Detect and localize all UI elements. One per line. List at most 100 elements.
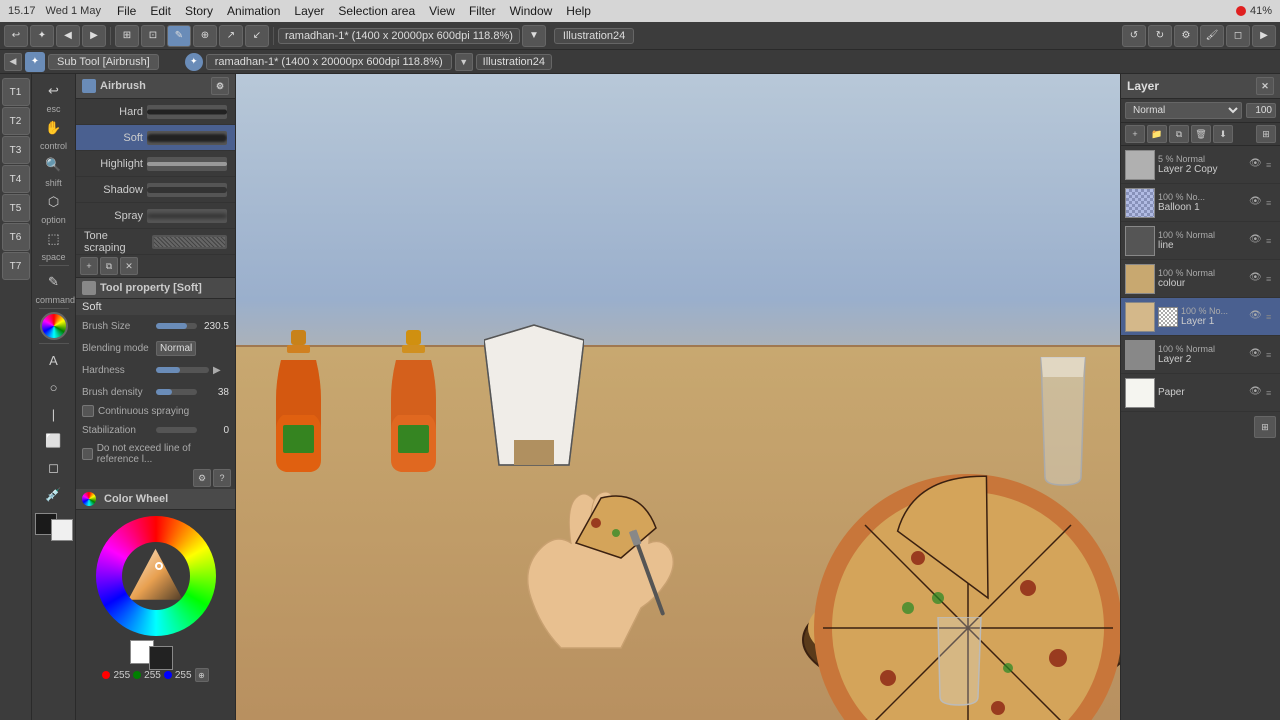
brush-soft[interactable]: Soft <box>76 125 235 151</box>
layer-item-layer2copy[interactable]: 5 % Normal Layer 2 Copy 👁 ≡ <box>1121 146 1280 184</box>
layer-close-btn[interactable]: ✕ <box>1256 77 1274 95</box>
color-eyedropper-btn[interactable]: ⊕ <box>195 668 209 682</box>
background-swatch[interactable] <box>149 646 173 670</box>
layer-item-line[interactable]: 100 % Normal line 👁 ≡ <box>1121 222 1280 260</box>
t2-btn[interactable]: T2 <box>2 107 30 135</box>
layer-item-layer1[interactable]: 100 % No... Layer 1 👁 ≡ <box>1121 298 1280 336</box>
canvas-area[interactable] <box>236 74 1120 720</box>
layer-item-paper[interactable]: Paper 👁 ≡ <box>1121 374 1280 412</box>
doc-selector[interactable]: ramadhan-1* (1400 x 20000px 600dpi 118.8… <box>206 54 452 70</box>
hardness-slider[interactable] <box>156 367 209 373</box>
t5-btn[interactable]: T5 <box>2 194 30 222</box>
line-tool[interactable]: | <box>36 401 72 427</box>
pencil-btn[interactable]: ✎ <box>167 25 191 47</box>
sub-tool-label[interactable]: Sub Tool [Airbrush] <box>48 54 159 70</box>
line-eye[interactable]: 👁 <box>1249 234 1263 248</box>
layer1-menu[interactable]: ≡ <box>1266 312 1276 322</box>
export-btn[interactable]: ↗ <box>219 25 243 47</box>
dropdown-btn[interactable]: ▼ <box>522 25 546 47</box>
layer2-eye[interactable]: 👁 <box>1249 348 1263 362</box>
edit-menu[interactable]: Edit <box>144 3 177 19</box>
tool-prop-info[interactable]: ? <box>213 469 231 487</box>
arrow-tool[interactable]: ↩ <box>36 78 72 104</box>
story-menu[interactable]: Story <box>179 3 219 19</box>
layer2copy-eye[interactable]: 👁 <box>1249 158 1263 172</box>
prev-btn[interactable]: ◀ <box>56 25 80 47</box>
help-menu[interactable]: Help <box>560 3 597 19</box>
stabilization-slider[interactable] <box>156 427 197 433</box>
t1-btn[interactable]: T1 <box>2 78 30 106</box>
brush-icon-copy[interactable]: ⧉ <box>100 257 118 275</box>
move-btn[interactable]: ⊕ <box>193 25 217 47</box>
doc-title[interactable]: ramadhan-1* (1400 x 20000px 600dpi 118.8… <box>278 28 520 44</box>
brush-tool[interactable]: ✎ <box>36 269 72 295</box>
t7-btn[interactable]: T7 <box>2 252 30 280</box>
blend-mode-select[interactable]: Normal <box>1125 102 1242 119</box>
import-btn[interactable]: ↙ <box>245 25 269 47</box>
layer-item-layer2[interactable]: 100 % Normal Layer 2 👁 ≡ <box>1121 336 1280 374</box>
layer-item-colour[interactable]: 100 % Normal colour 👁 ≡ <box>1121 260 1280 298</box>
color-wheel[interactable] <box>96 516 216 636</box>
layer-item-balloon[interactable]: 100 % No... Balloon 1 👁 ≡ <box>1121 184 1280 222</box>
hardness-expand[interactable]: ▶ <box>213 365 229 376</box>
eraser-tool[interactable]: ◻ <box>36 455 72 481</box>
sub-prev-btn[interactable]: ◀ <box>4 53 22 71</box>
frame-btn[interactable]: ⊡ <box>141 25 165 47</box>
tool-prop-settings[interactable]: ⚙ <box>193 469 211 487</box>
settings-btn[interactable]: ⚙ <box>1174 25 1198 47</box>
circle-tool[interactable]: ○ <box>36 374 72 400</box>
balloon-menu[interactable]: ≡ <box>1266 198 1276 208</box>
brush-icon-add[interactable]: + <box>80 257 98 275</box>
t6-btn[interactable]: T6 <box>2 223 30 251</box>
window-menu[interactable]: Window <box>504 3 559 19</box>
line-menu[interactable]: ≡ <box>1266 236 1276 246</box>
file-menu[interactable]: File <box>111 3 142 19</box>
paper-menu[interactable]: ≡ <box>1266 388 1276 398</box>
layer-merge-btn[interactable]: ⬇ <box>1213 125 1233 143</box>
grid-btn[interactable]: ⊞ <box>115 25 139 47</box>
layer-copy-btn[interactable]: ⧉ <box>1169 125 1189 143</box>
eraser-btn[interactable]: ◻ <box>1226 25 1250 47</box>
colour-eye[interactable]: 👁 <box>1249 272 1263 286</box>
brush-density-slider[interactable] <box>156 389 197 395</box>
selection-menu[interactable]: Selection area <box>332 3 421 19</box>
illustration-tab[interactable]: Illustration24 <box>476 54 552 70</box>
filter-menu[interactable]: Filter <box>463 3 502 19</box>
brush-shadow[interactable]: Shadow <box>76 177 235 203</box>
brush-size-slider[interactable] <box>156 323 197 329</box>
colour-menu[interactable]: ≡ <box>1266 274 1276 284</box>
color-wheel-btn[interactable] <box>40 312 68 340</box>
tool-icon[interactable]: ✦ <box>30 25 54 47</box>
layer-menu[interactable]: Layer <box>288 3 330 19</box>
next-btn[interactable]: ▶ <box>82 25 106 47</box>
back-btn[interactable]: ↩ <box>4 25 28 47</box>
zoom-tool[interactable]: 🔍 <box>36 152 72 178</box>
brush-icon-delete[interactable]: ✕ <box>120 257 138 275</box>
t3-btn[interactable]: T3 <box>2 136 30 164</box>
opacity-input[interactable]: 100 <box>1246 103 1276 118</box>
brush-panel-settings-btn[interactable]: ⚙ <box>211 77 229 95</box>
layer2copy-menu[interactable]: ≡ <box>1266 160 1276 170</box>
continuous-spray-checkbox[interactable] <box>82 405 94 417</box>
layer-manager-btn[interactable]: ⊞ <box>1254 416 1276 438</box>
brush-icon-btn[interactable]: 🖌 <box>1200 25 1224 47</box>
layer2-menu[interactable]: ≡ <box>1266 350 1276 360</box>
layer-new-btn[interactable]: + <box>1125 125 1145 143</box>
brush-tone[interactable]: Tone scraping <box>76 229 235 255</box>
blending-mode-select[interactable]: Normal <box>156 341 196 356</box>
bg-color-swatch[interactable] <box>51 519 73 541</box>
redo-btn[interactable]: ↻ <box>1148 25 1172 47</box>
selection-tool[interactable]: ⬚ <box>36 226 72 252</box>
bucket-tool[interactable]: ⬜ <box>36 428 72 454</box>
layer-delete-btn[interactable]: 🗑 <box>1191 125 1211 143</box>
text-tool[interactable]: A <box>36 347 72 373</box>
hand-tool[interactable]: ✋ <box>36 115 72 141</box>
animation-menu[interactable]: Animation <box>221 3 286 19</box>
brush-highlight[interactable]: Highlight <box>76 151 235 177</box>
paper-eye[interactable]: 👁 <box>1249 386 1263 400</box>
balloon-eye[interactable]: 👁 <box>1249 196 1263 210</box>
right-expand-btn[interactable]: ▶ <box>1252 25 1276 47</box>
layer-expand-btn[interactable]: ⊞ <box>1256 125 1276 143</box>
t4-btn[interactable]: T4 <box>2 165 30 193</box>
layer-folder-btn[interactable]: 📁 <box>1147 125 1167 143</box>
